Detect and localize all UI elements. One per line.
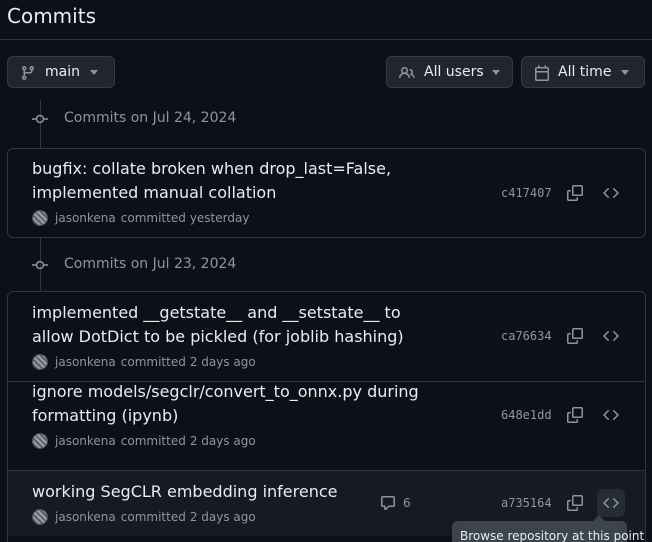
commit-time: 2 days ago [189, 510, 256, 524]
commit-meta: jasonkena committed yesterday [32, 208, 249, 228]
page-header: Commits [0, 0, 652, 40]
time-filter-button[interactable]: All time [521, 56, 645, 88]
git-commit-icon [30, 109, 50, 129]
commit-sha-link[interactable]: ca76634 [501, 329, 552, 343]
author-link[interactable]: jasonkena [55, 510, 116, 524]
commit-time: 2 days ago [189, 434, 256, 448]
commit-sha-link[interactable]: 648e1dd [501, 408, 552, 422]
triangle-down-icon [90, 70, 98, 76]
browse-repo-button[interactable] [597, 179, 625, 207]
commit-message-link[interactable]: implemented __getstate__ and __setstate_… [32, 301, 412, 349]
copy-sha-button[interactable] [561, 401, 589, 429]
comments-link[interactable]: 6 [380, 493, 411, 513]
copy-icon [567, 407, 583, 423]
commit-message-link[interactable]: ignore models/segclr/convert_to_onnx.py … [32, 380, 432, 428]
copy-sha-button[interactable] [561, 322, 589, 350]
avatar[interactable] [32, 433, 48, 449]
calendar-icon [534, 65, 550, 81]
git-commit-icon [30, 255, 50, 275]
commit-row: implemented __getstate__ and __setstate_… [8, 292, 645, 381]
commit-group-heading: Commits on Jul 24, 2024 [30, 109, 236, 129]
users-filter-button[interactable]: All users [386, 56, 513, 88]
commit-list: implemented __getstate__ and __setstate_… [7, 291, 646, 542]
page-title: Commits [7, 4, 96, 28]
commit-message-link[interactable]: working SegCLR embedding inference [32, 480, 412, 504]
copy-icon [567, 185, 583, 201]
commit-meta: jasonkena committed 2 days ago [32, 507, 256, 527]
commit-group-date: Commits on Jul 23, 2024 [64, 256, 237, 272]
git-branch-icon [20, 65, 36, 81]
triangle-down-icon [621, 70, 629, 76]
avatar[interactable] [32, 509, 48, 525]
commit-meta: jasonkena committed 2 days ago [32, 352, 256, 372]
browse-repo-button[interactable] [597, 401, 625, 429]
commit-meta: jasonkena committed 2 days ago [32, 431, 256, 451]
commit-time: yesterday [189, 211, 250, 225]
code-icon [603, 187, 619, 199]
code-icon [603, 497, 619, 509]
avatar[interactable] [32, 210, 48, 226]
users-filter-label: All users [424, 64, 484, 80]
branch-label: main [45, 64, 80, 80]
commit-row: ignore models/segclr/convert_to_onnx.py … [8, 381, 645, 470]
commit-action: committed [120, 510, 186, 524]
author-link[interactable]: jasonkena [55, 355, 116, 369]
branch-selector-button[interactable]: main [7, 56, 115, 88]
people-icon [399, 65, 415, 81]
commit-action: committed [120, 211, 186, 225]
commit-action: committed [120, 355, 186, 369]
browse-tooltip: Browse repository at this point [452, 515, 644, 542]
author-link[interactable]: jasonkena [55, 211, 116, 225]
commit-sha-link[interactable]: c417407 [501, 186, 552, 200]
commit-row: bugfix: collate broken when drop_last=Fa… [8, 149, 645, 237]
commit-sha-link[interactable]: a735164 [501, 496, 552, 510]
commit-action: committed [120, 434, 186, 448]
time-filter-label: All time [558, 64, 612, 80]
comment-icon [381, 496, 395, 510]
commit-group-heading: Commits on Jul 23, 2024 [30, 255, 236, 275]
copy-sha-button[interactable] [561, 179, 589, 207]
author-link[interactable]: jasonkena [55, 434, 116, 448]
browse-repo-button[interactable] [597, 489, 625, 517]
triangle-down-icon [492, 70, 500, 76]
comment-count: 6 [403, 496, 411, 510]
commit-list: bugfix: collate broken when drop_last=Fa… [7, 148, 646, 238]
code-icon [603, 330, 619, 342]
avatar[interactable] [32, 354, 48, 370]
commit-time: 2 days ago [189, 355, 256, 369]
commit-message-link[interactable]: bugfix: collate broken when drop_last=Fa… [32, 157, 412, 205]
commit-group-date: Commits on Jul 24, 2024 [64, 110, 237, 126]
copy-icon [567, 328, 583, 344]
browse-repo-button[interactable] [597, 322, 625, 350]
code-icon [603, 409, 619, 421]
copy-icon [567, 495, 583, 511]
copy-sha-button[interactable] [561, 489, 589, 517]
